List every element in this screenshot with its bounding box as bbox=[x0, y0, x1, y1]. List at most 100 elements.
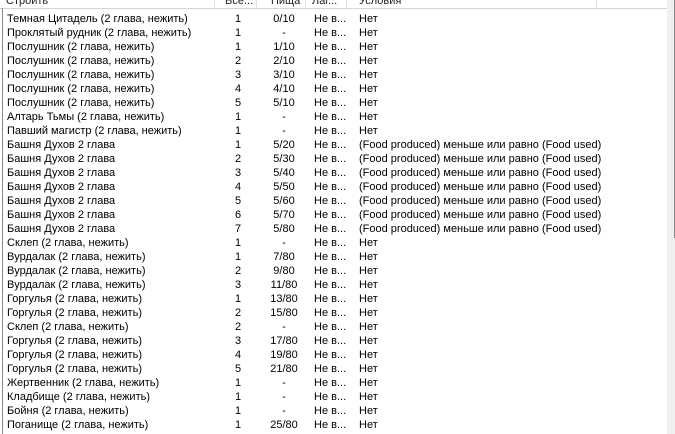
cell-count: 2 bbox=[234, 55, 242, 67]
cell-conditions: (Food produced) меньше или равно (Food u… bbox=[359, 209, 602, 221]
cell-lag: Не в... bbox=[314, 335, 347, 347]
table-row[interactable]: Башня Духов 2 глава 7 5/80 Не в... (Food pro… bbox=[0, 222, 667, 236]
cell-conditions: Нет bbox=[359, 349, 378, 361]
table-row[interactable]: Горгулья (2 глава, нежить) 3 17/80 Не в... Н… bbox=[0, 334, 667, 348]
list-header: Строить Все... Пища Лаг... Условия bbox=[0, 0, 667, 9]
column-header-food[interactable]: Пища bbox=[257, 0, 306, 8]
column-header-conditions[interactable]: Условия bbox=[347, 0, 597, 8]
cell-build-name: Проклятый рудник (2 глава, нежить) bbox=[7, 27, 192, 39]
cell-count: 2 bbox=[234, 307, 242, 319]
table-row[interactable]: Проклятый рудник (2 глава, нежить) 1 - Не в… bbox=[0, 26, 667, 40]
cell-lag: Не в... bbox=[314, 27, 347, 39]
table-row[interactable]: Послушник (2 глава, нежить) 2 2/10 Не в... Н… bbox=[0, 54, 667, 68]
cell-conditions: (Food produced) меньше или равно (Food u… bbox=[359, 181, 602, 193]
cell-build-name: Вурдалак (2 глава, нежить) bbox=[7, 279, 146, 291]
table-row[interactable]: Павший магистр (2 глава, нежить) 1 - Не в..… bbox=[0, 124, 667, 138]
table-row[interactable]: Алтарь Тьмы (2 глава, нежить) 1 - Не в... Не… bbox=[0, 110, 667, 124]
table-row[interactable]: Послушник (2 глава, нежить) 1 1/10 Не в... Н… bbox=[0, 40, 667, 54]
cell-count: 3 bbox=[234, 279, 242, 291]
table-row[interactable]: Бойня (2 глава, нежить) 1 - Не в... Нет bbox=[0, 404, 667, 418]
cell-food: - bbox=[282, 237, 286, 249]
cell-build-name: Башня Духов 2 глава bbox=[7, 139, 116, 151]
cell-food: 13/80 bbox=[270, 293, 298, 305]
cell-build-name: Башня Духов 2 глава bbox=[7, 223, 116, 235]
table-row[interactable]: Башня Духов 2 глава 3 5/40 Не в... (Food pro… bbox=[0, 166, 667, 180]
cell-food: 4/10 bbox=[273, 83, 295, 95]
cell-food: - bbox=[282, 405, 286, 417]
table-row[interactable]: Башня Духов 2 глава 2 5/30 Не в... (Food pro… bbox=[0, 152, 667, 166]
cell-conditions: Нет bbox=[359, 111, 378, 123]
column-header-build[interactable]: Строить bbox=[0, 0, 215, 8]
table-row[interactable]: Склеп (2 глава, нежить) 1 - Не в... Нет bbox=[0, 236, 667, 250]
cell-lag: Не в... bbox=[314, 349, 347, 361]
cell-food: 5/20 bbox=[273, 139, 295, 151]
cell-count: 3 bbox=[234, 167, 242, 179]
cell-conditions: Нет bbox=[359, 55, 378, 67]
cell-lag: Не в... bbox=[314, 391, 347, 403]
cell-count: 7 bbox=[234, 223, 242, 235]
table-row[interactable]: Вурдалак (2 глава, нежить) 2 9/80 Не в... Не… bbox=[0, 264, 667, 278]
cell-conditions: Нет bbox=[359, 335, 378, 347]
cell-food: 5/10 bbox=[273, 97, 295, 109]
cell-lag: Не в... bbox=[314, 363, 347, 375]
cell-conditions: Нет bbox=[359, 41, 378, 53]
cell-count: 1 bbox=[234, 377, 242, 389]
cell-build-name: Горгулья (2 глава, нежить) bbox=[7, 363, 142, 375]
cell-lag: Не в... bbox=[314, 69, 347, 81]
table-row[interactable]: Горгулья (2 глава, нежить) 4 19/80 Не в... Н… bbox=[0, 348, 667, 362]
cell-count: 6 bbox=[234, 209, 242, 221]
cell-count: 2 bbox=[234, 265, 242, 277]
cell-food: 1/10 bbox=[273, 41, 295, 53]
table-row[interactable]: Послушник (2 глава, нежить) 5 5/10 Не в... Н… bbox=[0, 96, 667, 110]
cell-count: 1 bbox=[234, 405, 242, 417]
table-row[interactable]: Горгулья (2 глава, нежить) 2 15/80 Не в... Н… bbox=[0, 306, 667, 320]
column-header-count[interactable]: Все... bbox=[215, 0, 257, 8]
cell-lag: Не в... bbox=[314, 195, 347, 207]
cell-count: 4 bbox=[234, 349, 242, 361]
table-row[interactable]: Темная Цитадель (2 глава, нежить) 1 0/10 Не… bbox=[0, 12, 667, 26]
table-row[interactable]: Жертвенник (2 глава, нежить) 1 - Не в... Нет bbox=[0, 376, 667, 390]
table-row[interactable]: Вурдалак (2 глава, нежить) 3 11/80 Не в... Н… bbox=[0, 278, 667, 292]
cell-build-name: Башня Духов 2 глава bbox=[7, 195, 116, 207]
cell-build-name: Послушник (2 глава, нежить) bbox=[7, 41, 155, 53]
table-row[interactable]: Башня Духов 2 глава 6 5/70 Не в... (Food pro… bbox=[0, 208, 667, 222]
table-row[interactable]: Вурдалак (2 глава, нежить) 1 7/80 Не в... Не… bbox=[0, 250, 667, 264]
cell-conditions: (Food produced) меньше или равно (Food u… bbox=[359, 167, 602, 179]
cell-conditions: Нет bbox=[359, 125, 378, 137]
cell-food: 15/80 bbox=[270, 307, 298, 319]
cell-count: 1 bbox=[234, 13, 242, 25]
table-row[interactable]: Башня Духов 2 глава 5 5/60 Не в... (Food pro… bbox=[0, 194, 667, 208]
table-row[interactable]: Послушник (2 глава, нежить) 3 3/10 Не в... Н… bbox=[0, 68, 667, 82]
vertical-scrollbar[interactable] bbox=[667, 0, 675, 434]
cell-conditions: Нет bbox=[359, 363, 378, 375]
table-row[interactable]: Башня Духов 2 глава 1 5/20 Не в... (Food pro… bbox=[0, 138, 667, 152]
cell-build-name: Горгулья (2 глава, нежить) bbox=[7, 293, 142, 305]
cell-food: - bbox=[282, 391, 286, 403]
table-row[interactable]: Горгулья (2 глава, нежить) 5 21/80 Не в... Н… bbox=[0, 362, 667, 376]
cell-lag: Не в... bbox=[314, 405, 347, 417]
cell-lag: Не в... bbox=[314, 125, 347, 137]
cell-lag: Не в... bbox=[314, 153, 347, 165]
cell-food: 5/30 bbox=[273, 153, 295, 165]
cell-lag: Не в... bbox=[314, 209, 347, 221]
cell-count: 1 bbox=[234, 27, 242, 39]
cell-conditions: Нет bbox=[359, 293, 378, 305]
cell-food: 9/80 bbox=[273, 265, 295, 277]
cell-lag: Не в... bbox=[314, 419, 347, 431]
cell-lag: Не в... bbox=[314, 321, 347, 333]
cell-food: 0/10 bbox=[273, 13, 295, 25]
column-header-lag[interactable]: Лаг... bbox=[306, 0, 347, 8]
table-row[interactable]: Склеп (2 глава, нежить) 2 - Не в... Нет bbox=[0, 320, 667, 334]
cell-count: 3 bbox=[234, 335, 242, 347]
table-row[interactable]: Горгулья (2 глава, нежить) 1 13/80 Не в... Н… bbox=[0, 292, 667, 306]
cell-conditions: Нет bbox=[359, 97, 378, 109]
table-row[interactable]: Послушник (2 глава, нежить) 4 4/10 Не в... Н… bbox=[0, 82, 667, 96]
cell-build-name: Горгулья (2 глава, нежить) bbox=[7, 335, 142, 347]
cell-build-name: Поганище (2 глава, нежить) bbox=[7, 419, 149, 431]
table-row[interactable]: Башня Духов 2 глава 4 5/50 Не в... (Food pro… bbox=[0, 180, 667, 194]
table-row[interactable]: Кладбище (2 глава, нежить) 1 - Не в... Нет bbox=[0, 390, 667, 404]
cell-food: 5/70 bbox=[273, 209, 295, 221]
table-row[interactable]: Поганище (2 глава, нежить) 1 25/80 Не в... Н… bbox=[0, 418, 667, 432]
cell-build-name: Послушник (2 глава, нежить) bbox=[7, 83, 155, 95]
cell-count: 1 bbox=[234, 41, 242, 53]
